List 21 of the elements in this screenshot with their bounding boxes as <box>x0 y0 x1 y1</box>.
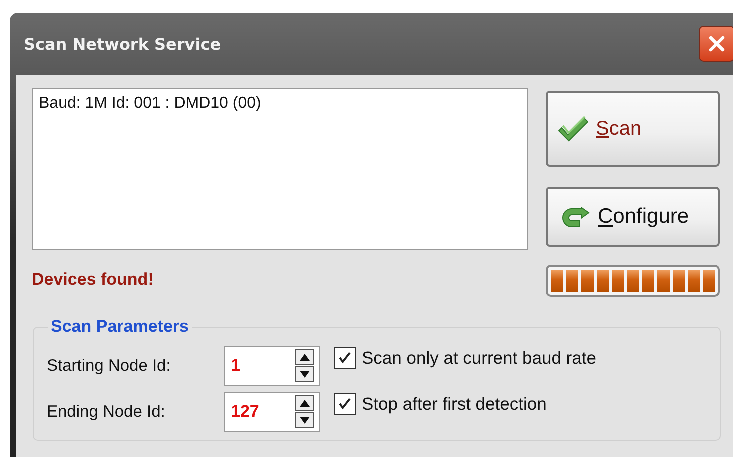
spin-arrows-icon <box>295 395 315 429</box>
check-icon <box>338 351 352 365</box>
field-label: Ending Node Id: <box>47 402 166 422</box>
number-spinner[interactable]: 1 <box>224 346 320 386</box>
checkbox-label: Stop after first detection <box>362 394 547 414</box>
redo-arrow-icon <box>562 204 590 230</box>
list-item[interactable]: Baud: 1M Id: 001 : DMD10 (00) <box>39 95 521 113</box>
checkbox[interactable] <box>334 347 356 369</box>
check-icon <box>338 397 352 411</box>
close-icon <box>708 35 726 53</box>
scan-button[interactable]: Scan <box>546 91 720 167</box>
spin-arrows-icon <box>295 349 315 383</box>
configure-button[interactable]: Configure <box>546 187 720 247</box>
window-title: Scan Network Service <box>24 34 222 54</box>
number-spinner[interactable]: 127 <box>224 392 320 432</box>
checkbox[interactable] <box>334 393 356 415</box>
status-message: Devices found! <box>32 270 155 290</box>
field-label: Starting Node Id: <box>47 356 172 376</box>
checkmark-icon <box>558 116 588 142</box>
checkbox-label: Scan only at current baud rate <box>362 348 596 368</box>
close-button[interactable] <box>699 26 733 62</box>
